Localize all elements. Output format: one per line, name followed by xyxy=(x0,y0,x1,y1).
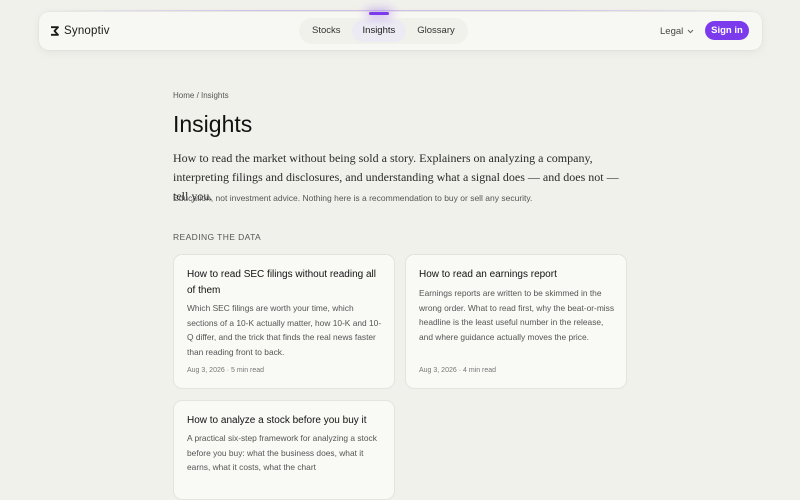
article-description: Which SEC filings are worth your time, w… xyxy=(187,303,382,357)
article-meta: Aug 3, 2026 · 4 min read xyxy=(419,367,497,374)
section-label: READING THE DATA xyxy=(173,232,262,242)
legal-dropdown[interactable]: Legal xyxy=(660,12,694,50)
synoptiv-logo-icon xyxy=(51,26,59,36)
chevron-down-icon xyxy=(687,29,694,33)
page-title: Insights xyxy=(173,111,253,137)
article-title: How to read SEC filings without reading … xyxy=(187,269,376,296)
article-title: How to read an earnings report xyxy=(419,269,557,280)
disclaimer: Education, not investment advice. Nothin… xyxy=(173,193,533,203)
nav-tab-insights-label: Insights xyxy=(362,25,396,36)
primary-nav: Stocks Insights Glossary xyxy=(299,12,468,44)
active-tab-indicator xyxy=(368,12,389,15)
article-title: How to analyze a stock before you buy it xyxy=(187,415,367,426)
brand-logo[interactable]: Synoptiv xyxy=(50,12,110,50)
article-card[interactable]: How to read SEC filings without reading … xyxy=(173,254,395,389)
top-navigation-bar: Synoptiv Stocks Insights Glossary Legal … xyxy=(39,12,762,50)
article-card[interactable]: How to read an earnings report Earnings … xyxy=(405,254,627,389)
nav-tab-stocks[interactable]: Stocks xyxy=(301,20,352,42)
header-accent-line xyxy=(39,10,762,11)
brand-name: Synoptiv xyxy=(64,25,110,37)
nav-tab-glossary[interactable]: Glossary xyxy=(406,20,465,42)
article-description: Earnings reports are written to be skimm… xyxy=(419,288,615,342)
article-description: A practical six-step framework for analy… xyxy=(187,433,377,472)
sign-in-button[interactable]: Sign in xyxy=(705,21,749,40)
article-meta: Aug 3, 2026 · 5 min read xyxy=(187,367,265,374)
article-card[interactable]: How to analyze a stock before you buy it… xyxy=(173,400,395,500)
breadcrumb[interactable]: Home / Insights xyxy=(173,91,229,100)
nav-tab-insights[interactable]: Insights xyxy=(351,12,407,42)
legal-dropdown-label: Legal xyxy=(660,25,684,37)
